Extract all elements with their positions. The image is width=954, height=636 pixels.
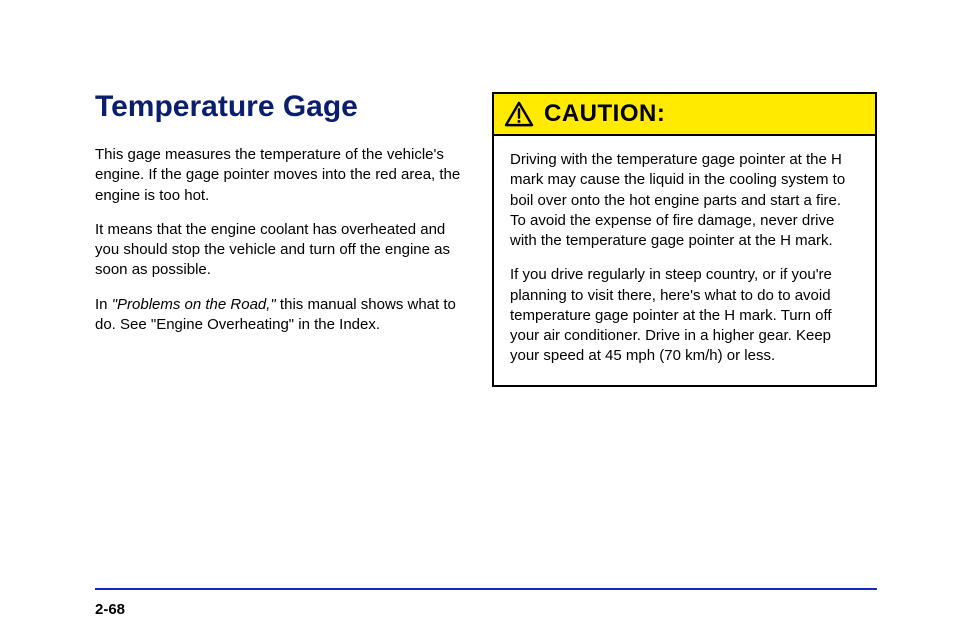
caution-body: Driving with the temperature gage pointe…: [492, 134, 877, 387]
warning-triangle-icon: [504, 101, 534, 127]
caution-label: CAUTION:: [544, 100, 665, 128]
xref-prefix: In: [95, 296, 112, 313]
body-paragraph: This gage measures the temperature of th…: [95, 145, 465, 206]
section-title: Temperature Gage: [95, 90, 465, 123]
body-paragraph-xref: In "Problems on the Road," this manual s…: [95, 295, 465, 336]
xref-link[interactable]: "Problems on the Road,": [112, 296, 276, 313]
page-number: 2-68: [95, 601, 125, 618]
caution-paragraph: Driving with the temperature gage pointe…: [510, 150, 859, 251]
caution-paragraph: If you drive regularly in steep country,…: [510, 265, 859, 366]
left-column: Temperature Gage This gage measures the …: [95, 90, 465, 349]
body-paragraph: It means that the engine coolant has ove…: [95, 220, 465, 281]
page: Temperature Gage This gage measures the …: [0, 0, 954, 636]
footer-rule: [95, 588, 877, 590]
caution-box: CAUTION: Driving with the temperature ga…: [492, 92, 877, 387]
caution-header: CAUTION:: [492, 92, 877, 134]
